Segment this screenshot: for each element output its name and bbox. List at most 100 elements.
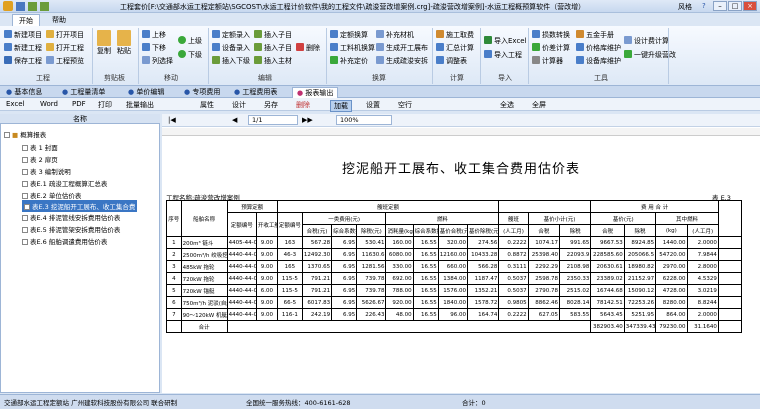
gen-project-button[interactable]: 生成开工展布	[376, 43, 428, 53]
quota-convert-button[interactable]: 定额换算	[330, 30, 368, 40]
table-cell: 720kW 拖轮	[180, 272, 228, 285]
calculator-button[interactable]: 计算器	[532, 56, 563, 66]
first-page-icon[interactable]: |◀	[168, 116, 176, 124]
price-calc-button[interactable]: 价差计算	[532, 43, 570, 53]
up-level-button[interactable]: 上级	[178, 36, 202, 46]
delete-button[interactable]: 删除	[296, 43, 320, 53]
hardware-button[interactable]: 五金手册	[576, 30, 614, 40]
print-button[interactable]: 打印	[98, 100, 112, 110]
move-down-button[interactable]: 下移	[142, 43, 166, 53]
adjust-table-button[interactable]: 调整表	[436, 56, 467, 66]
select-all-button[interactable]: 全选	[500, 100, 514, 110]
table-cell: 9.00	[255, 236, 278, 249]
tab-quantity-list[interactable]: ● 工程量清单	[62, 87, 105, 98]
next-page-icon[interactable]: ▶▶	[302, 116, 313, 124]
settings-button[interactable]: 设置	[366, 100, 380, 110]
export-word-button[interactable]: Word	[40, 100, 58, 108]
save-work-icon	[4, 56, 12, 64]
rate-convert-button[interactable]: 损数转换	[532, 30, 570, 40]
divider	[138, 28, 139, 84]
tab-unit-price[interactable]: ● 单价编辑	[128, 87, 164, 98]
tree-item[interactable]: 表 3 编制说明	[22, 166, 71, 176]
tree-item[interactable]: 表 1 封面	[22, 142, 58, 152]
tab-basic-info[interactable]: ● 基本信息	[6, 87, 42, 98]
tab-project-fee[interactable]: ● 工程费用表	[234, 87, 277, 98]
down-level-button[interactable]: 下级	[178, 50, 202, 60]
menu-tab-start[interactable]: 开始	[12, 14, 40, 26]
minimize-icon[interactable]: –	[713, 1, 727, 11]
table-cell: 0.2222	[498, 308, 529, 321]
new-work-button[interactable]: 新建工程	[4, 43, 42, 53]
prev-page-icon[interactable]: ◀	[232, 116, 237, 124]
save-work-button[interactable]: 保存工程	[4, 56, 42, 66]
table-cell: 0.2222	[498, 236, 529, 249]
tree-item[interactable]: 表E.6 船舶调遣费用估价表	[22, 236, 107, 246]
device-maintain-button[interactable]: 设备库维护	[576, 56, 621, 66]
batch-output-button[interactable]: 批量输出	[126, 100, 154, 110]
group-label-clipboard: 剪贴板	[104, 74, 125, 82]
table-cell: 242.19	[301, 308, 333, 321]
fullscreen-button[interactable]: 全屏	[532, 100, 546, 110]
hardware-icon	[576, 30, 584, 38]
menu-tab-help[interactable]: 帮助	[46, 14, 72, 26]
table-cell: 200m³ 链斗	[180, 236, 228, 249]
summary-button[interactable]: 汇总计算	[436, 43, 474, 53]
delete-report-button[interactable]: 删除	[296, 100, 310, 110]
new-project-button[interactable]: 新建项目	[4, 30, 42, 40]
tree-item[interactable]: 表 2 扉页	[22, 154, 58, 164]
open-work-button[interactable]: 打开工程	[46, 43, 84, 53]
paste-button[interactable]: 粘贴	[116, 30, 132, 56]
redo-quick-icon[interactable]	[40, 2, 49, 11]
export-excel-button[interactable]: Excel	[6, 100, 25, 108]
construct-fee-button[interactable]: 施工取费	[436, 30, 474, 40]
insert-lib-button[interactable]: 插入子目	[254, 43, 292, 53]
supp-material-button[interactable]: 补充材机	[376, 30, 414, 40]
design-button[interactable]: 设计	[232, 100, 246, 110]
blank-row-button[interactable]: 空行	[398, 100, 412, 110]
style-menu[interactable]: 风格	[678, 2, 692, 12]
load-button[interactable]: 加载	[330, 100, 352, 112]
zoom-select[interactable]: 100%	[336, 115, 392, 125]
down-level-icon	[178, 50, 186, 58]
copy-button[interactable]: 复制	[96, 30, 112, 56]
column-select-button[interactable]: 列选择	[142, 56, 173, 66]
tree-item[interactable]: 表E.4 排泥管线安拆费用估价表	[22, 212, 120, 222]
insert-lower-button[interactable]: 插入下级	[212, 56, 250, 66]
new-project-icon	[4, 30, 12, 38]
fill-price-button[interactable]: 补充定价	[330, 56, 368, 66]
insert-sub-button[interactable]: 插入子目	[254, 30, 292, 40]
table-cell: 228585.60	[590, 248, 625, 261]
insert-main-button[interactable]: 插入主材	[254, 56, 292, 66]
maximize-icon[interactable]: □	[728, 1, 742, 11]
tab-report-output[interactable]: ● 报表输出	[292, 87, 339, 98]
price-maintain-button[interactable]: 价格库维护	[576, 43, 621, 53]
tree-item[interactable]: 表E.5 排泥管架安拆费用估价表	[22, 224, 120, 234]
save-quick-icon[interactable]	[16, 2, 25, 11]
properties-button[interactable]: 属性	[200, 100, 214, 110]
save-as-button[interactable]: 另存	[264, 100, 278, 110]
table-cell: 226.43	[356, 308, 387, 321]
table-cell: 163	[276, 236, 303, 249]
design-calc-button[interactable]: 设计费计算	[624, 36, 669, 46]
tree-item[interactable]: 表E.2 单位估价表	[22, 190, 81, 200]
page-input[interactable]: 1/1	[248, 115, 298, 125]
table-cell: 6.95	[331, 236, 358, 249]
tree-item[interactable]: 表E.1 疏浚工程概算汇总表	[22, 178, 107, 188]
move-up-button[interactable]: 上移	[142, 30, 166, 40]
open-project-button[interactable]: 打开项目	[46, 30, 84, 40]
undo-quick-icon[interactable]	[28, 2, 37, 11]
menu-bar	[0, 13, 760, 26]
quota-import-button[interactable]: 定额录入	[212, 30, 250, 40]
tree-root[interactable]: ■ 概算报表	[4, 129, 46, 139]
material-convert-button[interactable]: 工料机换算	[330, 43, 375, 53]
device-import-button[interactable]: 设备录入	[212, 43, 250, 53]
tree-item-selected[interactable]: 表E.3 挖泥船开工展布、收工集合费	[22, 200, 138, 212]
close-icon[interactable]: ×	[743, 1, 757, 11]
import-excel-button[interactable]: 导入Excel	[484, 36, 527, 46]
work-preview-button[interactable]: 工程预览	[46, 56, 84, 66]
tab-special-fee[interactable]: ● 专项费用	[184, 87, 220, 98]
import-project-button[interactable]: 导入工程	[484, 50, 522, 60]
gen-dredge-button[interactable]: 生成疏浚安拆	[376, 56, 428, 66]
export-pdf-button[interactable]: PDF	[72, 100, 86, 108]
help-icon[interactable]: ?	[702, 2, 706, 10]
